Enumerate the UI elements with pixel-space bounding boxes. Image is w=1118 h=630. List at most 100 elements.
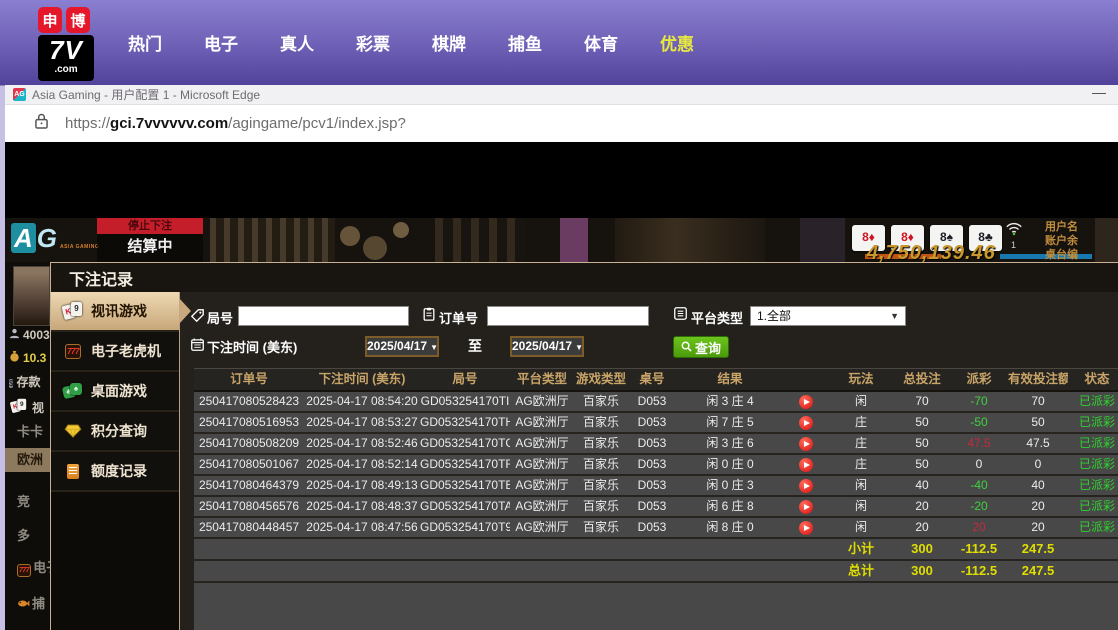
nav-item-3[interactable]: 真人 bbox=[280, 30, 314, 55]
rail-hall-6[interactable]: 捕 bbox=[5, 592, 50, 616]
site-nav-items: 热门 电子 真人 彩票 棋牌 捕鱼 体育 优惠 bbox=[128, 0, 694, 85]
game-type-cell: 百家乐 bbox=[574, 413, 628, 432]
nav-item-8[interactable]: 优惠 bbox=[660, 30, 694, 55]
bet-time-cell: 2025-04-17 08:53:27 bbox=[304, 413, 420, 432]
account-label: 桌台编 bbox=[1045, 248, 1118, 262]
game-type-cell: 百家乐 bbox=[574, 497, 628, 516]
casino-backdrop-pink bbox=[560, 218, 588, 262]
replay-play-icon[interactable] bbox=[799, 458, 813, 472]
nav-item-2[interactable]: 电子 bbox=[204, 30, 238, 55]
bet-type-cell: 闲 bbox=[828, 518, 894, 537]
tag-icon bbox=[191, 309, 204, 327]
minimize-icon[interactable] bbox=[1092, 93, 1106, 94]
bet-records-modal: 下注记录 K9视讯游戏777电子老虎机♣♠桌面游戏积分查询额度记录 局号 bbox=[50, 262, 1118, 630]
result-cell: 闲 7 庄 5 bbox=[676, 413, 784, 432]
result-cell: 闲 3 庄 4 bbox=[676, 392, 784, 411]
nav-item-4[interactable]: 彩票 bbox=[356, 30, 390, 55]
replay-play-icon[interactable] bbox=[799, 395, 813, 409]
wifi-level: 1 bbox=[1011, 240, 1016, 250]
sidebar-item-label: 电子老虎机 bbox=[91, 341, 161, 361]
site-logo[interactable]: 申 博 7V .com bbox=[38, 7, 108, 81]
rail-hall-1[interactable]: 卡卡 bbox=[5, 420, 50, 444]
bet-type-cell: 庄 bbox=[828, 413, 894, 432]
nav-item-7[interactable]: 体育 bbox=[584, 30, 618, 55]
column-header: 平台类型 bbox=[510, 369, 574, 390]
bet-type-cell: 闲 bbox=[828, 476, 894, 495]
casino-backdrop-circle bbox=[340, 226, 360, 246]
ag-logo[interactable]: AG ASIA GAMING bbox=[11, 223, 99, 253]
account-label: 账户余 bbox=[1045, 234, 1118, 248]
total-bet-cell: 50 bbox=[894, 434, 950, 453]
round-no-cell: GD053254170TB bbox=[420, 476, 510, 495]
sidebar-item-label: 额度记录 bbox=[91, 461, 147, 481]
date-to-picker[interactable]: 2025/04/17▼ bbox=[510, 336, 584, 357]
rail-hall-3[interactable]: 竞 bbox=[5, 490, 50, 514]
deposit-icon: $ bbox=[9, 375, 13, 389]
rail-stat[interactable]: K9视 bbox=[9, 397, 44, 418]
nav-item-5[interactable]: 棋牌 bbox=[432, 30, 466, 55]
bet-time-cell: 2025-04-17 08:54:20 bbox=[304, 392, 420, 411]
replay-play-icon[interactable] bbox=[799, 416, 813, 430]
result-cell: 闲 0 庄 3 bbox=[676, 476, 784, 495]
sidebar-item-5[interactable]: 额度记录 bbox=[51, 452, 179, 492]
spacer-cell bbox=[1068, 539, 1118, 559]
grand-total-payout: -112.5 bbox=[950, 561, 1008, 581]
nav-item-1[interactable]: 热门 bbox=[128, 30, 162, 55]
avatar[interactable] bbox=[13, 266, 50, 326]
rail-stat[interactable]: 4003 bbox=[9, 328, 50, 342]
chevron-down-icon: ▼ bbox=[890, 307, 899, 325]
column-header: 订单号 bbox=[194, 369, 304, 390]
sidebar-item-4[interactable]: 积分查询 bbox=[51, 412, 179, 452]
column-header: 玩法 bbox=[828, 369, 894, 390]
replay-play-icon[interactable] bbox=[799, 500, 813, 514]
column-header: 有效投注额 bbox=[1008, 369, 1068, 390]
rail-stat[interactable]: 10.3 bbox=[9, 350, 46, 365]
table-row: 2504170804484572025-04-17 08:47:56GD0532… bbox=[194, 518, 1118, 539]
casino-backdrop-circle bbox=[363, 236, 387, 260]
bet-type-cell: 闲 bbox=[828, 392, 894, 411]
rail-hall-2[interactable]: 欧洲 bbox=[5, 448, 50, 472]
replay-play-icon[interactable] bbox=[799, 479, 813, 493]
status-cell: 已派彩 bbox=[1068, 518, 1118, 537]
replay-play-icon[interactable] bbox=[799, 521, 813, 535]
replay-cell bbox=[784, 392, 828, 411]
payout-cell: 20 bbox=[950, 518, 1008, 537]
sidebar-item-1[interactable]: K9视讯游戏 bbox=[51, 292, 179, 332]
bet-time-label: 下注时间 (美东) bbox=[207, 337, 297, 356]
platform-type-select[interactable]: 1.全部 ▼ bbox=[750, 306, 906, 326]
search-button[interactable]: 查询 bbox=[673, 336, 729, 358]
logo-seal-right: 博 bbox=[66, 7, 90, 33]
replay-cell bbox=[784, 413, 828, 432]
game-type-cell: 百家乐 bbox=[574, 455, 628, 474]
moneybag-icon bbox=[9, 350, 20, 365]
rail-stat[interactable]: $存款 bbox=[9, 373, 40, 390]
column-header bbox=[784, 369, 828, 390]
total-bet-cell: 50 bbox=[894, 455, 950, 474]
page-content: AG ASIA GAMING 停止下注 结算中 8♦8♦8♠8♣ 4,750,1… bbox=[5, 142, 1118, 630]
url-scheme: https:// bbox=[65, 115, 110, 132]
sidebar-item-2[interactable]: 777电子老虎机 bbox=[51, 332, 179, 372]
nav-item-6[interactable]: 捕鱼 bbox=[508, 30, 542, 55]
order-no-input[interactable] bbox=[487, 306, 649, 326]
table-empty-area bbox=[194, 583, 1118, 630]
cards-icon: K9 bbox=[9, 397, 29, 418]
rail-hall-5[interactable]: 777电子 bbox=[5, 556, 50, 580]
subtotal-row: 小计300-112.5247.5 bbox=[194, 539, 1118, 561]
address-bar[interactable]: https://gci.7vvvvvv.com/agingame/pcv1/in… bbox=[5, 105, 1118, 143]
status-cell: 已派彩 bbox=[1068, 476, 1118, 495]
order-no-cell: 250417080456576 bbox=[194, 497, 304, 516]
bet-type-cell: 庄 bbox=[828, 434, 894, 453]
url-text[interactable]: https://gci.7vvvvvv.com/agingame/pcv1/in… bbox=[65, 115, 406, 132]
payout-cell: -40 bbox=[950, 476, 1008, 495]
platform-cell: AG欧洲厅 bbox=[510, 413, 574, 432]
sidebar-item-3[interactable]: ♣♠桌面游戏 bbox=[51, 372, 179, 412]
replay-play-icon[interactable] bbox=[799, 437, 813, 451]
payout-cell: 47.5 bbox=[950, 434, 1008, 453]
favicon-icon: AG bbox=[13, 88, 26, 101]
date-from-picker[interactable]: 2025/04/17▼ bbox=[365, 336, 439, 357]
column-header: 桌号 bbox=[628, 369, 676, 390]
rail-hall-4[interactable]: 多 bbox=[5, 524, 50, 548]
round-no-input[interactable] bbox=[238, 306, 409, 326]
window-titlebar[interactable]: AG Asia Gaming - 用户配置 1 - Microsoft Edge bbox=[5, 85, 1118, 105]
table-row: 2504170804643792025-04-17 08:49:13GD0532… bbox=[194, 476, 1118, 497]
